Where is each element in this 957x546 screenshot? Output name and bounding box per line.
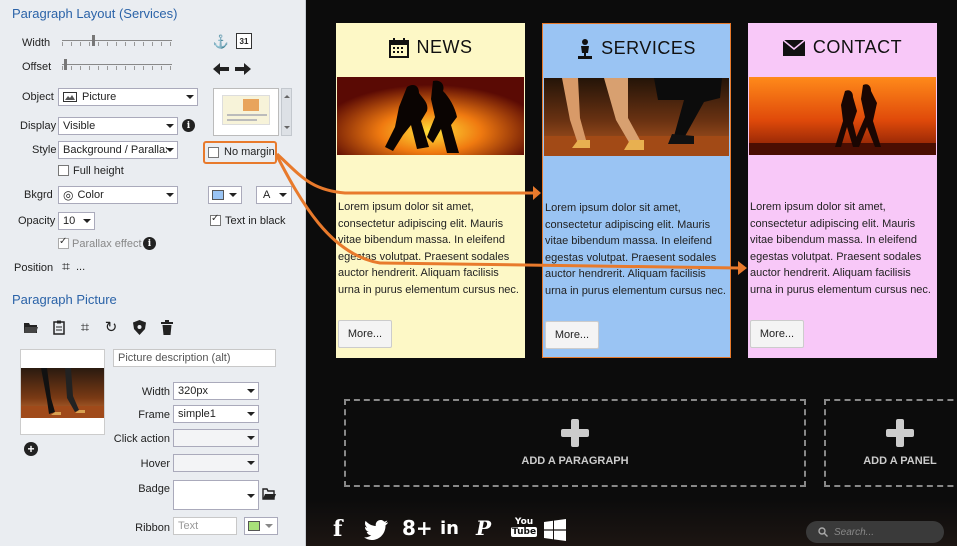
youtube-icon[interactable]: You Tube [511, 517, 538, 537]
add-paragraph-label: ADD A PARAGRAPH [521, 455, 629, 467]
plus-icon [886, 419, 914, 447]
twitter-icon[interactable] [364, 520, 388, 540]
add-panel-label: ADD A PANEL [863, 455, 937, 467]
youtube-bottom-text: Tube [511, 527, 538, 537]
googleplus-icon[interactable]: 8+ [402, 516, 433, 540]
search-placeholder: Search... [834, 526, 875, 538]
add-paragraph-button[interactable]: ADD A PARAGRAPH [344, 399, 806, 487]
search-icon [818, 527, 828, 537]
page-preview: NEWS Lorem ipsum dolor sit amet, consect… [275, 0, 957, 546]
facebook-icon[interactable]: f [333, 516, 342, 542]
youtube-top-text: You [514, 517, 534, 527]
plus-icon [561, 419, 589, 447]
add-panel-button[interactable]: ADD A PANEL [824, 399, 957, 487]
windows-icon[interactable] [544, 519, 566, 541]
linkedin-icon[interactable]: in [440, 518, 459, 539]
pinterest-icon[interactable]: P [476, 516, 491, 540]
search-box[interactable]: Search... [806, 521, 944, 543]
